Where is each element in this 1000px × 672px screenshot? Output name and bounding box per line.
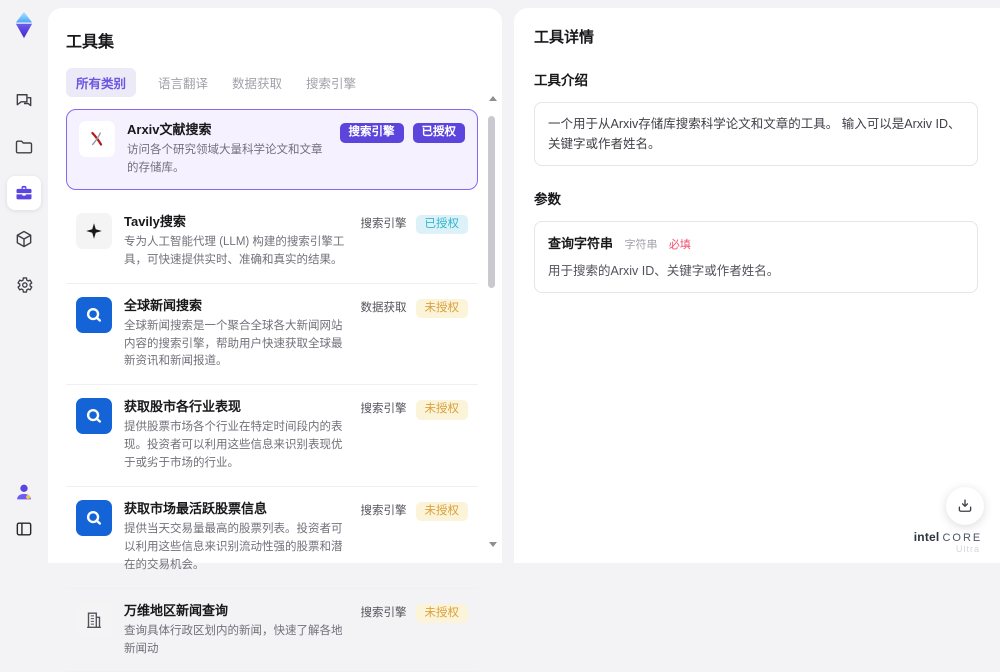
avatar[interactable] xyxy=(11,479,37,505)
search-blue-icon xyxy=(76,500,112,536)
tool-desc: 提供股票市场各个行业在特定时间段内的表现。投资者可以利用这些信息来识别表现优于或… xyxy=(124,419,349,472)
category-tab[interactable]: 搜索引擎 xyxy=(304,68,358,97)
param-desc: 用于搜索的Arxiv ID、关键字或作者姓名。 xyxy=(548,262,964,281)
tool-desc: 专为人工智能代理 (LLM) 构建的搜索引擎工具，可快速提供实时、准确和真实的结… xyxy=(124,234,349,270)
cube-icon[interactable] xyxy=(7,224,41,254)
tool-category-badge: 搜索引擎 xyxy=(361,604,407,624)
tool-card[interactable]: 获取股市各行业表现 提供股票市场各个行业在特定时间段内的表现。投资者可以利用这些… xyxy=(66,385,478,487)
tool-status-badge: 已授权 xyxy=(416,215,469,235)
category-tab[interactable]: 所有类别 xyxy=(66,68,136,97)
category-tab[interactable]: 语言翻译 xyxy=(156,68,210,97)
tool-status-badge: 已授权 xyxy=(413,123,466,143)
tool-card[interactable]: Tavily搜索 专为人工智能代理 (LLM) 构建的搜索引擎工具，可快速提供实… xyxy=(66,200,478,284)
param-name: 查询字符串 xyxy=(548,236,613,251)
tool-card[interactable]: 全球新闻搜索 全球新闻搜索是一个聚合全球各大新闻网站内容的搜索引擎，帮助用户快速… xyxy=(66,284,478,386)
tool-desc: 查询具体行政区划内的新闻，快速了解各地新闻动 xyxy=(124,623,349,659)
tool-desc: 访问各个研究领域大量科学论文和文章的存储库。 xyxy=(127,142,328,178)
intel-core-badge: intelcore Ultra xyxy=(912,528,984,555)
tool-name: 全球新闻搜索 xyxy=(124,297,349,315)
ultra-logo-text: Ultra xyxy=(912,545,984,555)
intro-box: 一个用于从Arxiv存储库搜索科学论文和文章的工具。 输入可以是Arxiv ID… xyxy=(534,102,978,166)
params-heading: 参数 xyxy=(534,188,978,208)
param-box: 查询字符串 字符串 必填 用于搜索的Arxiv ID、关键字或作者姓名。 xyxy=(534,221,978,293)
settings-icon[interactable] xyxy=(7,270,41,300)
scrollbar[interactable] xyxy=(486,94,498,549)
tool-category-badge: 搜索引擎 xyxy=(340,123,404,143)
arxiv-icon xyxy=(79,121,115,157)
download-button[interactable] xyxy=(946,487,984,525)
page-title: 工具集 xyxy=(66,28,488,52)
left-rail xyxy=(0,0,48,563)
tool-list: Arxiv文献搜索 访问各个研究领域大量科学论文和文章的存储库。 搜索引擎 已授… xyxy=(66,109,478,672)
intro-text: 一个用于从Arxiv存储库搜索科学论文和文章的工具。 输入可以是Arxiv ID… xyxy=(548,114,964,154)
tool-category-badge: 搜索引擎 xyxy=(361,400,407,420)
search-blue-icon xyxy=(76,297,112,333)
tool-card[interactable]: 获取市场最活跃股票信息 提供当天交易量最高的股票列表。投资者可以利用这些信息来识… xyxy=(66,487,478,589)
scroll-up-icon[interactable] xyxy=(489,96,497,101)
tool-status-badge: 未授权 xyxy=(416,400,469,420)
tool-card[interactable]: 万维地区新闻查询 查询具体行政区划内的新闻，快速了解各地新闻动 搜索引擎 未授权 xyxy=(66,589,478,672)
category-tabs: 所有类别语言翻译数据获取搜索引擎 xyxy=(66,68,488,97)
tool-list-panel: 工具集 所有类别语言翻译数据获取搜索引擎 Arxiv文献搜索 访问各个研究领域大… xyxy=(48,8,502,563)
core-logo-text: core xyxy=(942,532,982,544)
scroll-down-icon[interactable] xyxy=(489,542,497,547)
tool-name: Tavily搜索 xyxy=(124,213,349,231)
tool-name: 万维地区新闻查询 xyxy=(124,602,349,620)
tool-status-badge: 未授权 xyxy=(416,502,469,522)
workspace: 工具集 所有类别语言翻译数据获取搜索引擎 Arxiv文献搜索 访问各个研究领域大… xyxy=(48,8,1000,563)
param-type: 字符串 xyxy=(624,239,657,251)
tool-name: 获取股市各行业表现 xyxy=(124,398,349,416)
tool-detail-panel: 工具详情 工具介绍 一个用于从Arxiv存储库搜索科学论文和文章的工具。 输入可… xyxy=(514,8,1000,563)
toolbox-icon[interactable] xyxy=(7,176,41,210)
app-logo-icon[interactable] xyxy=(9,10,39,40)
param-required-badge: 必填 xyxy=(669,239,691,251)
tool-category-badge: 搜索引擎 xyxy=(361,502,407,522)
intro-heading: 工具介绍 xyxy=(534,69,978,89)
detail-title: 工具详情 xyxy=(534,26,978,47)
tool-status-badge: 未授权 xyxy=(416,604,469,624)
chat-icon[interactable] xyxy=(7,86,41,116)
search-blue-icon xyxy=(76,398,112,434)
tool-category-badge: 数据获取 xyxy=(361,299,407,319)
scrollbar-thumb[interactable] xyxy=(488,116,495,288)
folder-icon[interactable] xyxy=(7,132,41,162)
tool-status-badge: 未授权 xyxy=(416,299,469,319)
tool-name: Arxiv文献搜索 xyxy=(127,121,328,139)
tool-name: 获取市场最活跃股票信息 xyxy=(124,500,349,518)
collapse-panel-icon[interactable] xyxy=(12,517,36,541)
tool-category-badge: 搜索引擎 xyxy=(361,215,407,235)
tool-desc: 提供当天交易量最高的股票列表。投资者可以利用这些信息来识别流动性强的股票和潜在的… xyxy=(124,521,349,574)
intel-logo-text: intel xyxy=(914,530,940,544)
building-icon xyxy=(76,602,112,638)
param-header: 查询字符串 字符串 必填 xyxy=(548,233,964,253)
tool-card[interactable]: Arxiv文献搜索 访问各个研究领域大量科学论文和文章的存储库。 搜索引擎 已授… xyxy=(66,109,478,190)
tool-desc: 全球新闻搜索是一个聚合全球各大新闻网站内容的搜索引擎，帮助用户快速获取全球最新资… xyxy=(124,318,349,371)
category-tab[interactable]: 数据获取 xyxy=(230,68,284,97)
tavily-icon xyxy=(76,213,112,249)
